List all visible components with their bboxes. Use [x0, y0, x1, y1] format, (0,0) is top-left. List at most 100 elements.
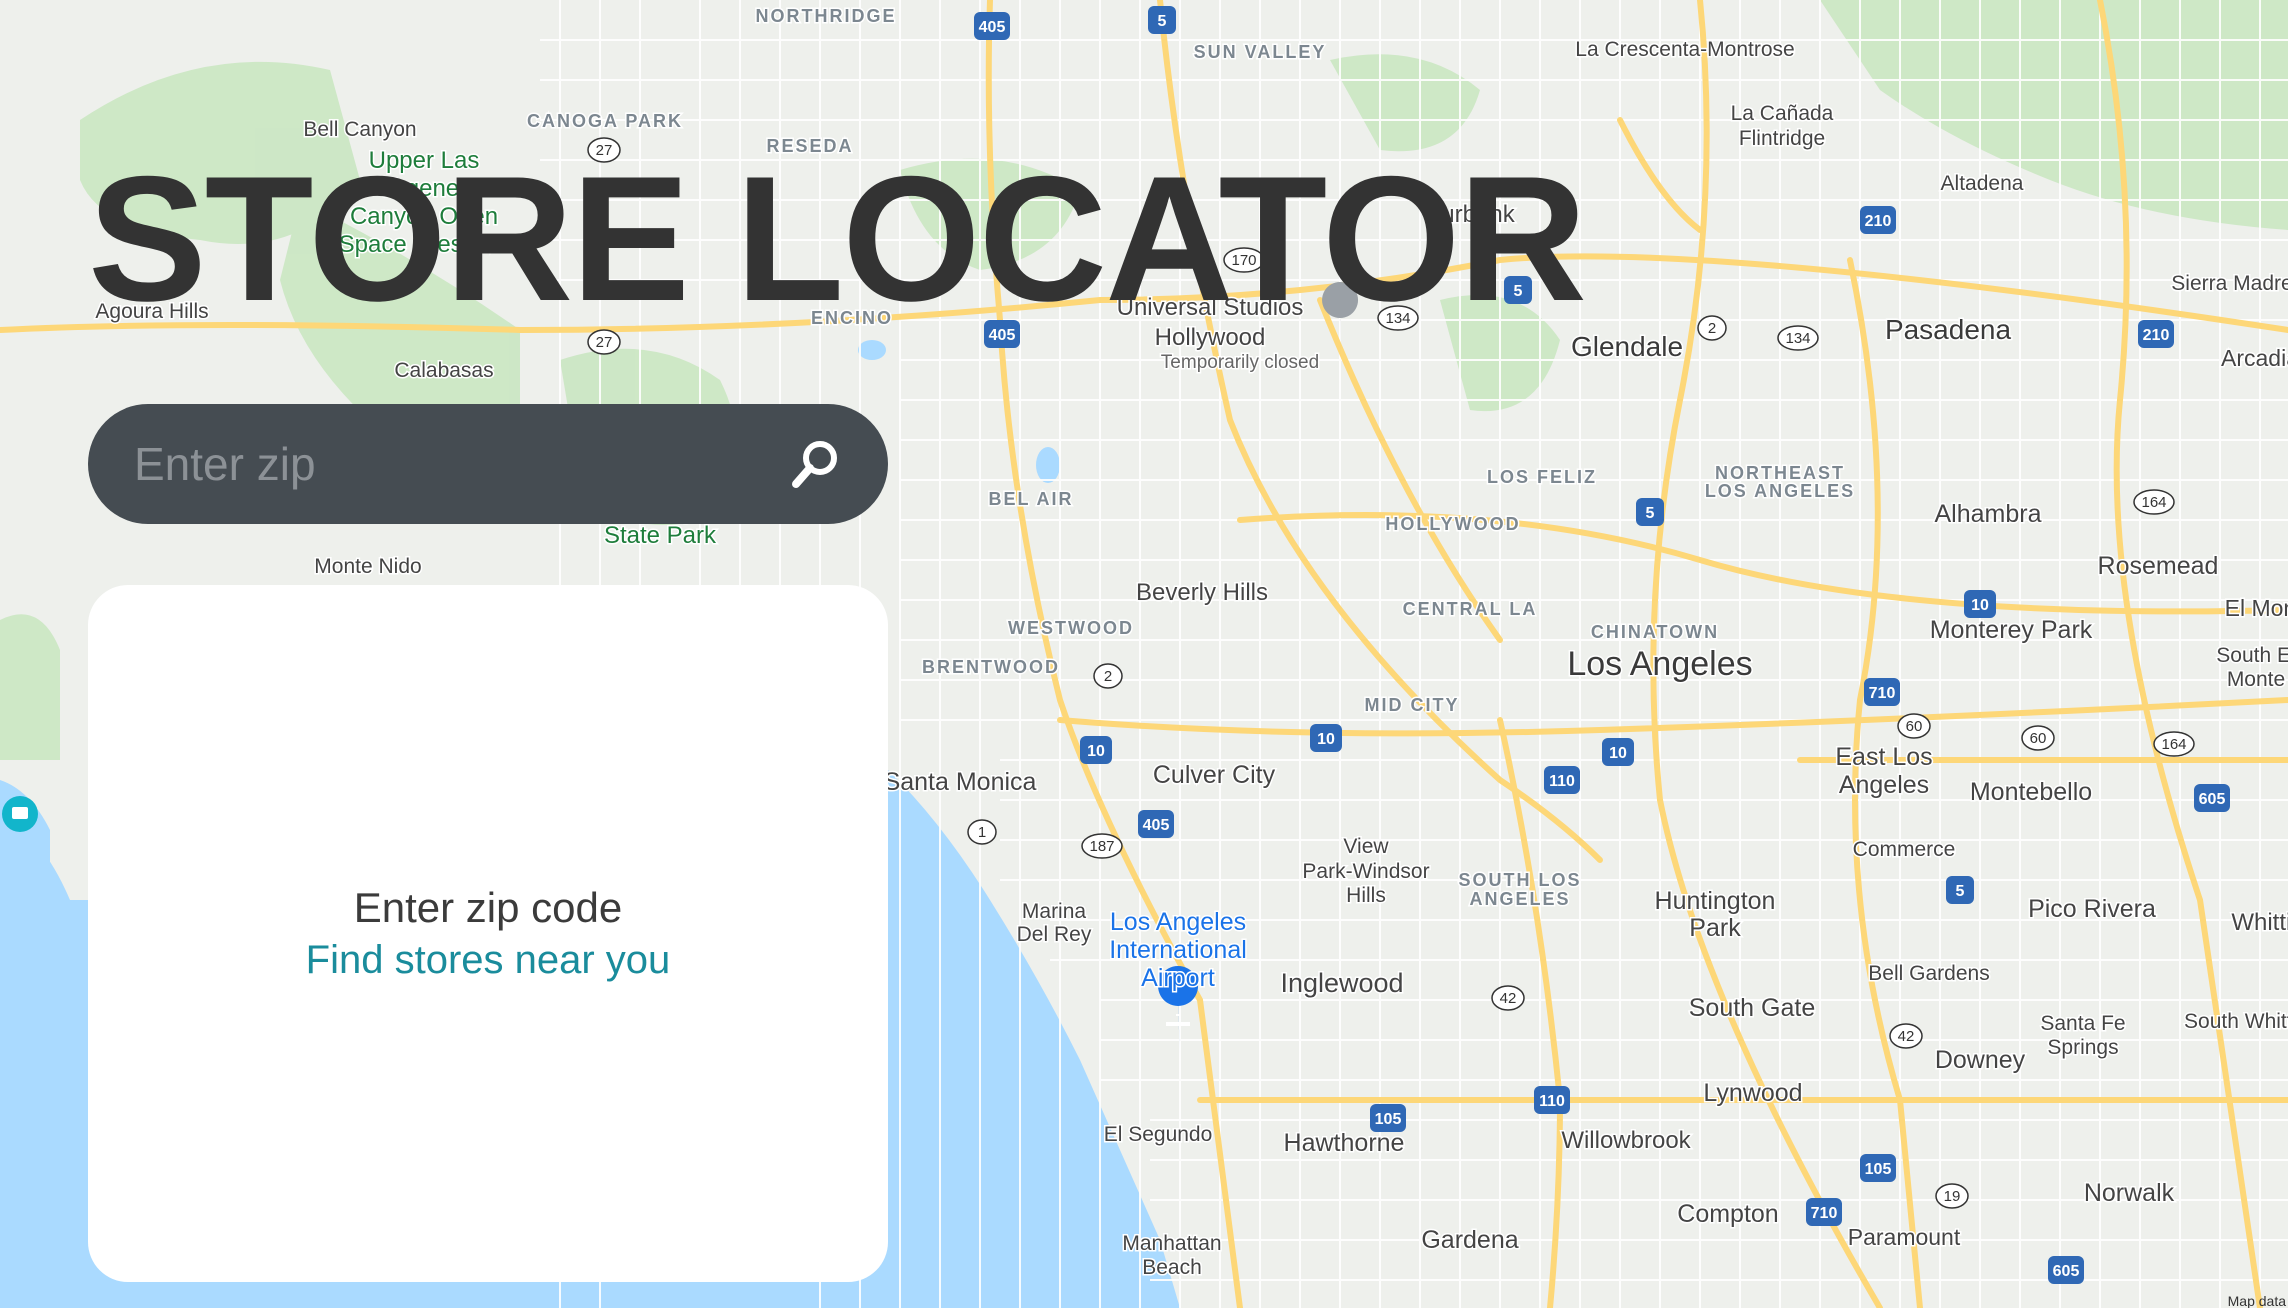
svg-text:19: 19	[1944, 1188, 1961, 1205]
map-place-label: Whittier	[2231, 909, 2288, 936]
map-place-label: SOUTH LOS	[1458, 870, 1581, 890]
map-place-label: Culver City	[1153, 761, 1276, 789]
svg-text:42: 42	[1898, 1028, 1915, 1045]
svg-text:164: 164	[2141, 494, 2166, 511]
map-place-label: LOS ANGELES	[1705, 481, 1855, 501]
svg-text:110: 110	[1539, 1093, 1565, 1110]
map-place-label: Temporarily closed	[1161, 352, 1319, 373]
page-title: STORE LOCATOR	[88, 139, 1587, 338]
map-place-label: Montebello	[1970, 778, 2092, 806]
map-place-label: South Whittier	[2184, 1010, 2288, 1033]
svg-text:1: 1	[978, 824, 986, 841]
map-place-label: Bell Canyon	[303, 118, 416, 141]
map-place-label: Willowbrook	[1561, 1127, 1691, 1154]
panel-subheading: Find stores near you	[305, 938, 671, 982]
svg-text:10: 10	[1087, 743, 1105, 760]
map-place-label: La Cañada	[1731, 102, 1834, 125]
search-button[interactable]	[784, 432, 848, 496]
map-place-label: Arcadia	[2221, 345, 2288, 371]
map-place-label: Park-Windsor	[1302, 860, 1429, 883]
svg-text:2: 2	[1104, 668, 1112, 685]
map-place-label: Santa Fe	[2040, 1012, 2125, 1035]
map-place-label: CANOGA PARK	[527, 111, 683, 131]
map-place-label: El Segundo	[1104, 1123, 1213, 1146]
svg-text:60: 60	[2030, 730, 2047, 747]
map-place-label: Hills	[1346, 884, 1386, 907]
svg-text:210: 210	[2143, 327, 2170, 344]
svg-text:210: 210	[1865, 213, 1892, 230]
map-place-label: Santa Monica	[884, 768, 1037, 796]
map-place-label: State Park	[604, 522, 717, 549]
map-place-label: Sierra Madre	[2171, 272, 2288, 295]
map-place-label: Calabasas	[394, 359, 493, 382]
svg-text:10: 10	[1317, 731, 1335, 748]
search-icon	[792, 441, 837, 488]
map-place-label: Alhambra	[1935, 500, 2042, 528]
map-place-label: Bell Gardens	[1868, 962, 1989, 985]
map-place-label: NORTHEAST	[1715, 463, 1845, 483]
map-place-label: Flintridge	[1739, 127, 1825, 150]
map-place-label: Monte Nido	[314, 555, 421, 578]
map-place-label: South El	[2216, 644, 2288, 667]
svg-text:5: 5	[1158, 13, 1167, 30]
map-place-label: BEL AIR	[988, 489, 1073, 509]
svg-text:5: 5	[1956, 883, 1965, 900]
svg-text:164: 164	[2161, 736, 2186, 753]
map-place-label: Rosemead	[2098, 552, 2219, 580]
map-place-label: ANGELES	[1469, 889, 1570, 909]
svg-text:710: 710	[1869, 685, 1896, 702]
map-place-label: South Gate	[1689, 994, 1815, 1022]
zip-search-bar	[88, 404, 888, 524]
map-place-label: LOS FELIZ	[1487, 467, 1597, 487]
map-place-label: MID CITY	[1365, 695, 1460, 715]
map-place-label: Compton	[1677, 1200, 1778, 1228]
svg-text:10: 10	[1609, 745, 1627, 762]
map-place-label: Hawthorne	[1284, 1129, 1405, 1157]
panel-heading: Enter zip code	[353, 884, 623, 931]
svg-text:134: 134	[1785, 330, 1810, 347]
svg-text:605: 605	[2199, 791, 2226, 808]
map-place-label: Pasadena	[1885, 314, 2012, 345]
map-place-label: Springs	[2047, 1036, 2118, 1059]
map-place-label: Paramount	[1848, 1224, 1961, 1250]
map-place-label: Angeles	[1839, 771, 1929, 799]
svg-text:60: 60	[1906, 718, 1923, 735]
svg-text:187: 187	[1089, 838, 1114, 855]
map-place-label: Norwalk	[2084, 1179, 2175, 1207]
map-place-label: Altadena	[1941, 172, 2024, 195]
map-place-label: Downey	[1935, 1046, 2026, 1074]
map-place-label: Inglewood	[1280, 968, 1403, 998]
map-place-label: Monterey Park	[1930, 616, 2093, 644]
map-place-label: CENTRAL LA	[1403, 599, 1538, 619]
map-place-label: Glendale	[1571, 331, 1683, 362]
map-place-label: NORTHRIDGE	[756, 6, 897, 26]
map-attribution[interactable]: Map data	[2228, 1293, 2287, 1308]
svg-text:405: 405	[1143, 817, 1170, 834]
map-place-label: SUN VALLEY	[1194, 42, 1327, 62]
map-place-label: Commerce	[1853, 838, 1956, 861]
map-place-label: HOLLYWOOD	[1385, 514, 1520, 534]
map-place-label: El Monte	[2225, 595, 2288, 621]
results-panel: Enter zip code Find stores near you	[88, 585, 888, 1282]
zip-input[interactable]	[132, 436, 784, 492]
map-place-label: Huntington	[1655, 887, 1776, 915]
svg-text:5: 5	[1646, 505, 1655, 522]
map-place-label: Los Angeles	[1567, 645, 1752, 683]
svg-text:110: 110	[1549, 773, 1575, 790]
svg-text:105: 105	[1375, 1111, 1402, 1128]
svg-text:605: 605	[2053, 1263, 2080, 1280]
map-place-label: La Crescenta-Montrose	[1575, 38, 1794, 61]
map-place-label: Beach	[1142, 1256, 1202, 1279]
map-place-label: View	[1343, 835, 1389, 858]
map-place-label: East Los	[1835, 743, 1932, 771]
map-place-label: WESTWOOD	[1008, 618, 1134, 638]
map-place-label: Gardena	[1421, 1226, 1518, 1254]
svg-text:710: 710	[1811, 1205, 1838, 1222]
svg-text:2: 2	[1708, 320, 1716, 337]
map-place-label: Pico Rivera	[2028, 895, 2156, 923]
map-place-label: Lynwood	[1703, 1079, 1802, 1107]
map-place-label: Park	[1689, 914, 1741, 942]
svg-text:405: 405	[979, 19, 1006, 36]
svg-text:105: 105	[1865, 1161, 1892, 1178]
map-place-label: Del Rey	[1017, 923, 1092, 946]
